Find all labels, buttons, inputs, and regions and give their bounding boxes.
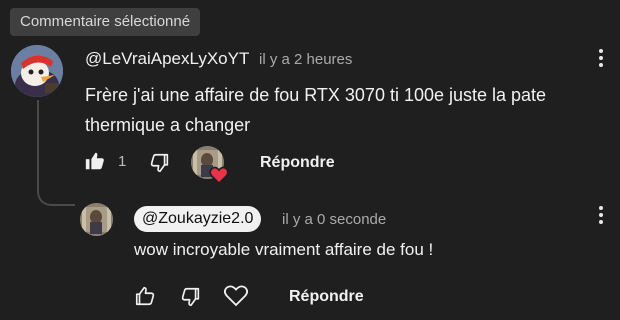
heart-outline-icon[interactable] (223, 284, 249, 313)
comment-more-icon[interactable] (597, 49, 605, 71)
reply-timestamp[interactable]: il y a 0 seconde (282, 211, 386, 228)
reply-like-icon[interactable] (134, 285, 156, 312)
thread-connector (37, 100, 75, 206)
reply-more-icon[interactable] (597, 206, 605, 228)
reply-text: wow incroyable vraiment affaire de fou ! (134, 240, 434, 259)
like-count: 1 (118, 153, 127, 170)
like-filled-icon[interactable] (84, 150, 106, 177)
commenter-avatar[interactable] (11, 45, 63, 97)
reply-button[interactable]: Répondre (260, 154, 335, 172)
comment-section: Commentaire sélectionné @LeVraiApexLyXoY… (0, 0, 620, 320)
comment-timestamp[interactable]: il y a 2 heures (259, 51, 352, 68)
reply-author-pill[interactable]: @Zoukayzie2.0 (134, 206, 262, 232)
comment-text: Frère j'ai une affaire de fou RTX 3070 t… (85, 85, 547, 135)
dislike-icon[interactable] (149, 152, 171, 179)
selected-comment-badge: Commentaire sélectionné (10, 8, 201, 36)
comment-author[interactable]: @LeVraiApexLyXoYT (85, 49, 249, 69)
reply-reply-button[interactable]: Répondre (289, 288, 364, 306)
reply-dislike-icon[interactable] (180, 286, 202, 313)
replier-avatar[interactable] (80, 203, 113, 236)
creator-heart-icon (209, 166, 229, 189)
